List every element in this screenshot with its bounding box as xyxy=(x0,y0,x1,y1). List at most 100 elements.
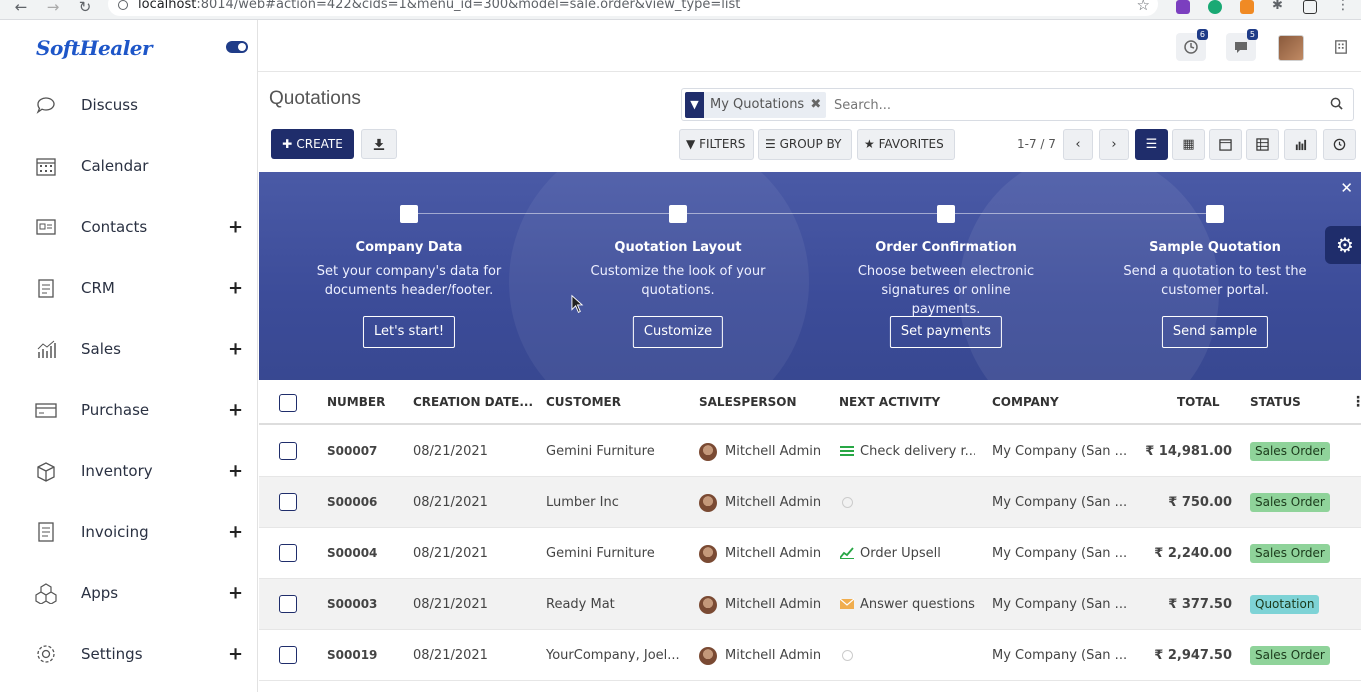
close-icon[interactable]: ✕ xyxy=(1340,179,1353,197)
cell-company: My Company (San ... xyxy=(992,495,1127,510)
expand-plus-icon[interactable]: + xyxy=(228,277,243,298)
info-icon[interactable] xyxy=(118,0,128,10)
download-icon xyxy=(373,138,385,150)
table-row[interactable]: S00019 08/21/2021 YourCompany, Joel... M… xyxy=(259,630,1361,681)
expand-plus-icon[interactable]: + xyxy=(228,521,243,542)
envelope-icon[interactable] xyxy=(840,598,854,610)
download-button[interactable] xyxy=(361,129,397,159)
sidebar-item-inventory[interactable]: Inventory + xyxy=(0,440,258,501)
cell-number: S00019 xyxy=(327,648,378,662)
kebab-menu-icon[interactable]: ⋮ xyxy=(1336,0,1350,14)
extension-icon[interactable] xyxy=(1176,0,1190,14)
column-header-next-activity[interactable]: NEXT ACTIVITY xyxy=(839,380,940,425)
remove-facet-icon[interactable]: ✖ xyxy=(810,92,821,118)
extension-icon[interactable] xyxy=(1303,0,1317,14)
grammarly-icon[interactable] xyxy=(1208,0,1222,14)
table-row[interactable]: S00004 08/21/2021 Gemini Furniture Mitch… xyxy=(259,528,1361,579)
back-arrow-icon[interactable]: ← xyxy=(12,0,30,16)
column-header-status[interactable]: STATUS xyxy=(1250,380,1301,425)
address-bar[interactable]: localhost:8014/web#action=422&cids=1&men… xyxy=(108,0,1158,16)
activity-clock-icon[interactable] xyxy=(842,497,853,508)
column-header-salesperson[interactable]: SALESPERSON xyxy=(699,380,797,425)
activity-clock-icon[interactable] xyxy=(842,650,853,661)
expand-plus-icon[interactable]: + xyxy=(228,582,243,603)
column-header-customer[interactable]: CUSTOMER xyxy=(546,380,621,425)
reload-icon[interactable]: ↻ xyxy=(76,0,94,16)
column-header-total[interactable]: TOTAL xyxy=(1177,380,1220,425)
row-checkbox[interactable] xyxy=(279,493,297,511)
clock-icon xyxy=(1333,138,1346,151)
optional-columns-kebab-icon[interactable]: ⋮ xyxy=(1351,380,1361,425)
customize-button[interactable]: Customize xyxy=(632,316,724,348)
pager-previous-button[interactable]: ‹ xyxy=(1063,129,1093,160)
cell-customer: YourCompany, Joel... xyxy=(546,648,680,663)
filters-button[interactable]: ▼ FILTERS xyxy=(679,129,754,160)
search-input[interactable] xyxy=(834,94,1314,116)
sidebar-item-calendar[interactable]: Calendar xyxy=(0,135,258,196)
column-header-number[interactable]: NUMBER xyxy=(327,380,385,425)
row-checkbox[interactable] xyxy=(279,442,297,460)
sidebar-item-invoicing[interactable]: Invoicing + xyxy=(0,501,258,562)
user-avatar[interactable] xyxy=(1278,35,1304,61)
search-bar[interactable]: ▼ My Quotations ✖ xyxy=(681,88,1354,121)
graph-view-button[interactable] xyxy=(1284,129,1317,160)
company-switcher-button[interactable] xyxy=(1326,33,1356,61)
favorites-button[interactable]: ★ FAVORITES xyxy=(857,129,955,160)
pager-next-button[interactable]: › xyxy=(1099,129,1129,160)
messages-button[interactable]: 5 xyxy=(1226,29,1258,61)
expand-plus-icon[interactable]: + xyxy=(228,460,243,481)
row-checkbox[interactable] xyxy=(279,544,297,562)
expand-plus-icon[interactable]: + xyxy=(228,399,243,420)
line-chart-icon[interactable] xyxy=(840,547,854,559)
expand-plus-icon[interactable]: + xyxy=(228,338,243,359)
expand-plus-icon[interactable]: + xyxy=(228,216,243,237)
column-header-creation-date[interactable]: CREATION DATE... xyxy=(413,380,533,425)
pivot-view-button[interactable] xyxy=(1246,129,1279,160)
column-header-company[interactable]: COMPANY xyxy=(992,380,1059,425)
expand-plus-icon[interactable]: + xyxy=(228,643,243,664)
step-checkbox xyxy=(669,205,687,223)
sidebar-item-apps[interactable]: Apps + xyxy=(0,562,258,623)
group-by-button[interactable]: ☰ GROUP BY xyxy=(758,129,852,160)
calendar-view-button[interactable] xyxy=(1209,129,1242,160)
sidebar-item-sales[interactable]: Sales + xyxy=(0,318,258,379)
todo-list-icon[interactable] xyxy=(840,445,854,457)
cell-date: 08/21/2021 xyxy=(413,546,488,561)
sidebar-item-settings[interactable]: Settings + xyxy=(0,623,258,684)
table-row[interactable]: S00003 08/21/2021 Ready Mat Mitchell Adm… xyxy=(259,579,1361,630)
activity-view-button[interactable] xyxy=(1323,129,1356,160)
settings-gear-button[interactable]: ⚙ xyxy=(1325,226,1361,264)
bookmark-star-icon[interactable]: ☆ xyxy=(1137,0,1150,18)
credit-card-icon xyxy=(35,402,57,418)
status-badge: Quotation xyxy=(1250,595,1320,614)
sidebar-item-contacts[interactable]: Contacts + xyxy=(0,196,258,257)
forward-arrow-icon[interactable]: → xyxy=(44,0,62,16)
facet-label: My Quotations xyxy=(710,97,805,112)
activity-button[interactable]: 6 xyxy=(1176,29,1208,61)
create-button[interactable]: ✚ CREATE xyxy=(271,129,354,159)
sidebar-item-label: Invoicing xyxy=(81,522,149,541)
puzzle-icon[interactable]: ✱ xyxy=(1272,0,1286,14)
lets-start-button[interactable]: Let's start! xyxy=(362,316,456,348)
sidebar-item-label: Inventory xyxy=(81,461,153,480)
list-bars-icon: ☰ xyxy=(765,137,776,151)
row-checkbox[interactable] xyxy=(279,595,297,613)
step-title: Quotation Layout xyxy=(614,240,742,255)
row-checkbox[interactable] xyxy=(279,646,297,664)
pager-value[interactable]: 1-7 / 7 xyxy=(1017,137,1056,151)
table-row[interactable]: S00007 08/21/2021 Gemini Furniture Mitch… xyxy=(259,426,1361,477)
kanban-view-button[interactable]: ▦ xyxy=(1172,129,1205,160)
set-payments-button[interactable]: Set payments xyxy=(889,316,1003,348)
step-title: Sample Quotation xyxy=(1149,240,1281,255)
sidebar-item-discuss[interactable]: Discuss xyxy=(0,74,258,135)
select-all-checkbox[interactable] xyxy=(279,394,297,412)
sidebar-item-label: Calendar xyxy=(81,156,149,175)
sidebar-item-crm[interactable]: CRM + xyxy=(0,257,258,318)
sidebar-item-purchase[interactable]: Purchase + xyxy=(0,379,258,440)
sidebar-toggle[interactable] xyxy=(226,41,248,53)
send-sample-button[interactable]: Send sample xyxy=(1161,316,1269,348)
table-row[interactable]: S00006 08/21/2021 Lumber Inc Mitchell Ad… xyxy=(259,477,1361,528)
search-icon[interactable] xyxy=(1330,97,1343,110)
extension-icon[interactable] xyxy=(1240,0,1254,14)
list-view-button[interactable]: ☰ xyxy=(1135,129,1168,160)
